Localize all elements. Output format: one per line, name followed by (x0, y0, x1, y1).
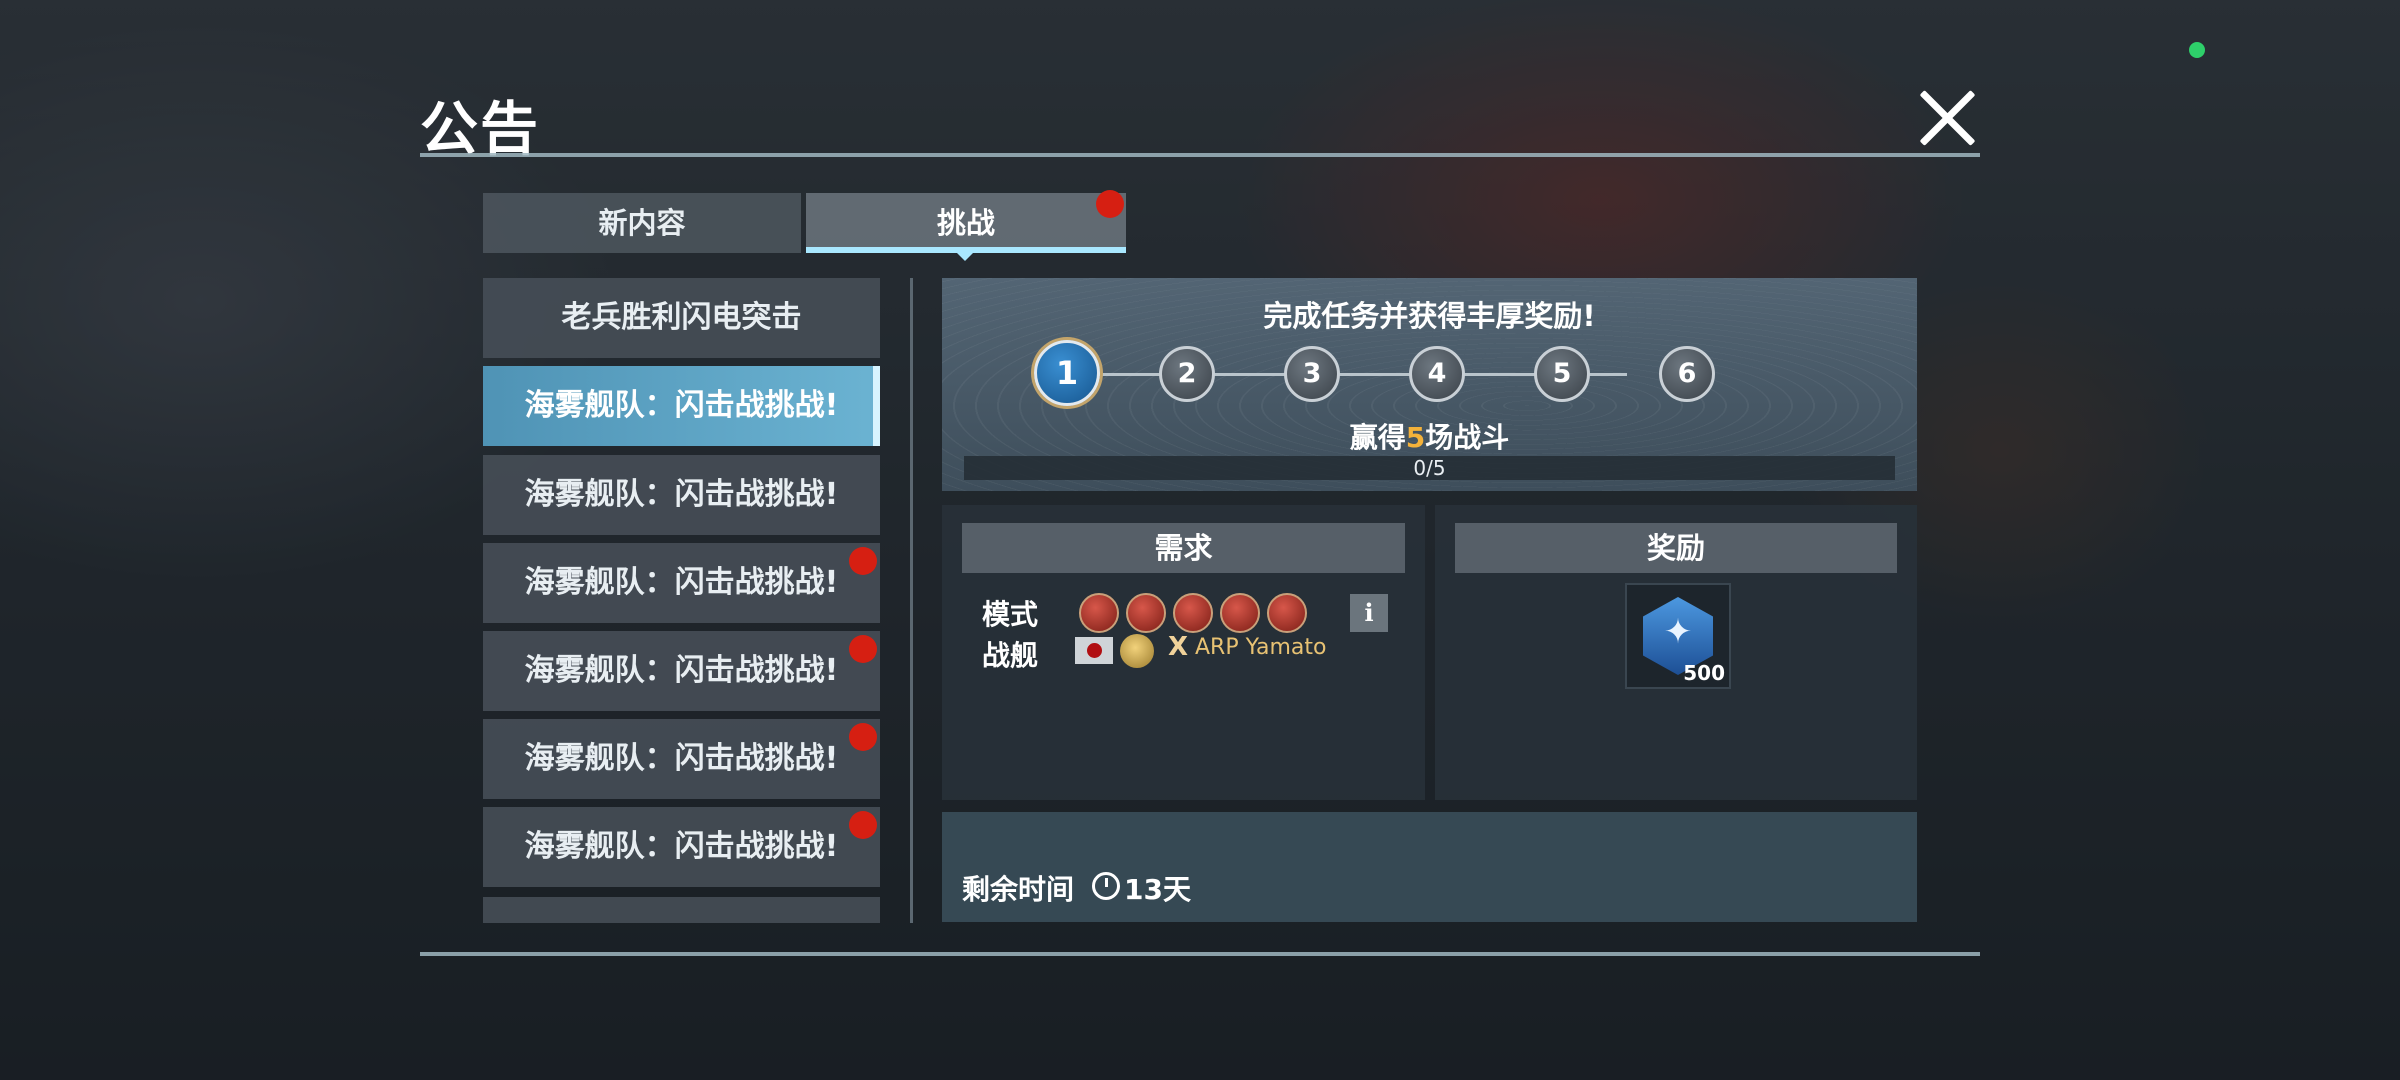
requirements-header: 需求 (962, 523, 1405, 573)
list-item-badge (849, 547, 877, 575)
battle-mode-icon[interactable] (1079, 593, 1119, 633)
remaining-time-bar: 剩余时间 13天 (942, 812, 1917, 922)
battle-mode-icon[interactable] (1267, 593, 1307, 633)
ship-label: 战舰 (982, 639, 1039, 672)
tab-active-arrow-icon (956, 252, 974, 261)
list-scrollbar-divider (910, 278, 913, 923)
progress-text: 0/5 (1413, 456, 1446, 480)
top-divider (420, 153, 1980, 157)
battle-mode-icon[interactable] (1220, 593, 1260, 633)
list-item-active[interactable]: 海雾舰队：闪击战挑战! (483, 366, 880, 446)
tab-challenge-badge (1096, 190, 1124, 218)
list-item[interactable]: 海雾舰队：闪击战挑战! (483, 455, 880, 535)
challenge-banner: 完成任务并获得丰厚奖励! 1 2 3 4 5 6 赢得5场战斗 0/5 (942, 278, 1917, 491)
rewards-header: 奖励 (1455, 523, 1897, 573)
list-item[interactable]: 海雾舰队：闪击战挑战! (483, 719, 880, 799)
remaining-time-label: 剩余时间 (962, 873, 1075, 906)
task-prefix: 赢得 (1349, 421, 1406, 454)
status-dot (2189, 42, 2205, 58)
list-item[interactable]: 海雾舰队：闪击战挑战! (483, 631, 880, 711)
reward-item[interactable]: ✦ 500 (1625, 583, 1731, 689)
task-count: 5 (1405, 421, 1426, 454)
rewards-panel: 奖励 ✦ 500 (1435, 505, 1917, 800)
list-item-label: 海雾舰队：闪击战挑战! (524, 388, 839, 423)
task-suffix: 场战斗 (1425, 421, 1510, 454)
step-4[interactable]: 4 (1409, 346, 1465, 402)
reward-quantity: 500 (1683, 661, 1725, 685)
step-1[interactable]: 1 (1034, 340, 1100, 406)
banner-title: 完成任务并获得丰厚奖励! (1263, 299, 1596, 333)
list-item-partial[interactable] (483, 897, 880, 923)
battle-mode-icon[interactable] (1173, 593, 1213, 633)
list-item-veteran-victory[interactable]: 老兵胜利闪电突击 (483, 278, 880, 358)
times-sign: X (1168, 632, 1189, 662)
ship-name[interactable]: ARP Yamato (1195, 635, 1326, 660)
list-item-badge (849, 723, 877, 751)
flag-sun (1087, 643, 1102, 658)
list-item-badge (849, 635, 877, 663)
phoenix-glyph: ✦ (1663, 612, 1693, 652)
tab-new-content[interactable]: 新内容 (483, 193, 801, 253)
list-item[interactable]: 海雾舰队：闪击战挑战! (483, 807, 880, 887)
tier-emblem-icon (1120, 634, 1154, 668)
mode-label: 模式 (982, 598, 1039, 631)
list-item[interactable]: 海雾舰队：闪击战挑战! (483, 543, 880, 623)
info-button[interactable]: i (1350, 594, 1388, 632)
bottom-divider (420, 952, 1980, 956)
japan-flag-icon (1075, 637, 1113, 664)
step-3[interactable]: 3 (1284, 346, 1340, 402)
list-item-badge (849, 811, 877, 839)
battle-mode-icon[interactable] (1126, 593, 1166, 633)
task-description: 赢得5场战斗 (942, 416, 1917, 456)
step-6[interactable]: 6 (1659, 346, 1715, 402)
clock-icon (1092, 872, 1120, 900)
close-button[interactable] (1916, 86, 1980, 150)
step-2[interactable]: 2 (1159, 346, 1215, 402)
tab-challenge[interactable]: 挑战 (806, 193, 1126, 253)
active-indicator (873, 366, 880, 446)
step-5[interactable]: 5 (1534, 346, 1590, 402)
remaining-days: 13天 (1124, 873, 1191, 906)
requirements-panel: 需求 模式 战舰 i X ARP Yamato (942, 505, 1425, 800)
